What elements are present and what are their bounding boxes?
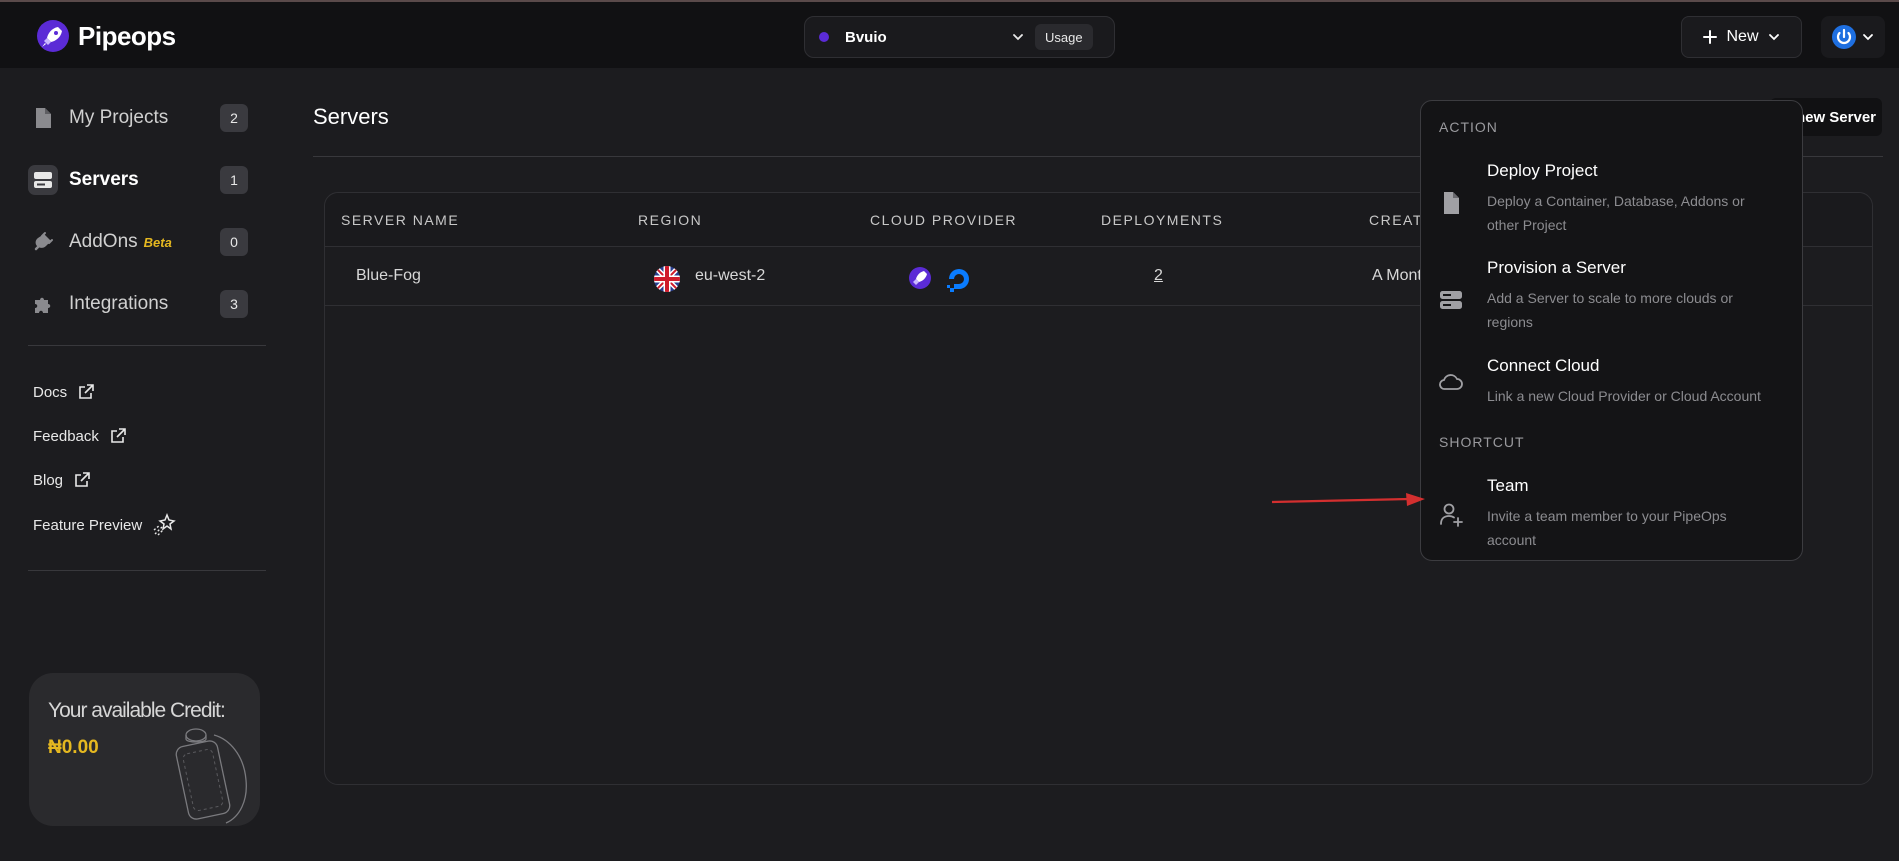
menu-section-action: ACTION (1439, 119, 1498, 135)
sidebar-divider (28, 570, 266, 571)
rocket-logo-icon (37, 20, 69, 52)
page-title: Servers (313, 104, 389, 129)
link-label: Feature Preview (33, 516, 143, 534)
column-header-cloud-provider: CLOUD PROVIDER (870, 212, 1018, 228)
file-icon (28, 103, 58, 133)
sidebar-item-label: Integrations (69, 293, 169, 314)
plug-icon (28, 227, 58, 257)
link-label: Blog (33, 471, 64, 489)
sidebar-item-servers[interactable]: Servers 1 (28, 162, 248, 198)
chevron-down-icon[interactable] (1011, 30, 1025, 44)
plus-icon (1703, 30, 1718, 44)
menu-item-title: Deploy Project (1487, 161, 1598, 180)
avatar (1832, 25, 1856, 49)
count-badge: 0 (220, 228, 248, 256)
chevron-down-icon (1768, 34, 1779, 41)
cloud-icon (1439, 374, 1463, 390)
deployments-count-link[interactable]: 2 (1154, 267, 1163, 285)
menu-item-deploy-project[interactable]: Deploy Project Deploy a Container, Datab… (1421, 161, 1802, 237)
external-link-icon (111, 428, 126, 443)
sidebar-item-integrations[interactable]: Integrations 3 (28, 286, 248, 322)
external-link-icon (75, 472, 90, 487)
new-button-label: New (1726, 28, 1759, 45)
count-badge: 1 (220, 166, 248, 194)
count-badge: 3 (220, 290, 248, 318)
sidebar-item-addons[interactable]: AddOns Beta 0 (28, 224, 248, 260)
sidebar: My Projects 2 Servers 1 AddOns Beta 0 In… (0, 68, 290, 861)
uk-flag-icon (654, 266, 680, 292)
server-icon (1440, 291, 1462, 309)
sidebar-link-feedback[interactable]: Feedback (33, 423, 127, 449)
sparkle-icon (153, 513, 177, 536)
sidebar-link-docs[interactable]: Docs (33, 379, 95, 405)
menu-item-provision-server[interactable]: Provision a Server Add a Server to scale… (1421, 258, 1802, 334)
external-link-icon (79, 384, 94, 399)
logo-text: Pipeops (78, 20, 176, 51)
logo[interactable]: Pipeops (36, 18, 176, 54)
credit-value: ₦0.00 (48, 737, 99, 758)
wallet-illustration-icon (175, 728, 247, 824)
sidebar-link-blog[interactable]: Blog (33, 467, 91, 493)
sidebar-link-feature-preview[interactable]: Feature Preview (33, 512, 177, 538)
menu-item-title: Provision a Server (1487, 258, 1626, 277)
sidebar-item-my-projects[interactable]: My Projects 2 (28, 100, 248, 136)
server-created: A Mont (1372, 267, 1422, 284)
usage-button[interactable]: Usage (1035, 24, 1093, 50)
workspace-switcher[interactable]: Bvuio Usage (804, 16, 1115, 58)
user-plus-icon (1440, 503, 1463, 527)
credit-card: Your available Credit: ₦0.00 (29, 673, 260, 826)
workspace-dot-icon (819, 32, 829, 42)
sidebar-item-label: Servers (69, 169, 139, 190)
new-button[interactable]: New (1681, 16, 1802, 58)
column-header-server-name: SERVER NAME (341, 212, 460, 228)
pipeops-provider-icon (909, 267, 931, 289)
puzzle-icon (28, 289, 58, 319)
menu-item-description: Deploy a Container, Database, Addons or … (1487, 193, 1745, 233)
workspace-name: Bvuio (845, 28, 887, 46)
red-arrow-annotation-icon (1271, 493, 1425, 506)
menu-item-description: Invite a team member to your PipeOps acc… (1487, 508, 1727, 548)
server-region: eu-west-2 (695, 267, 766, 284)
file-icon (1444, 192, 1459, 214)
menu-section-shortcut: SHORTCUT (1439, 434, 1525, 450)
new-dropdown-menu: ACTION Deploy Project Deploy a Container… (1420, 100, 1803, 561)
menu-item-title: Team (1487, 476, 1529, 495)
server-icon (28, 165, 58, 195)
count-badge: 2 (220, 104, 248, 132)
menu-item-title: Connect Cloud (1487, 356, 1600, 375)
add-server-label: new Server (1795, 108, 1876, 126)
column-header-deployments: DEPLOYMENTS (1101, 212, 1224, 228)
menu-item-description: Link a new Cloud Provider or Cloud Accou… (1487, 388, 1761, 404)
menu-item-connect-cloud[interactable]: Connect Cloud Link a new Cloud Provider … (1421, 356, 1802, 412)
chevron-down-icon (1863, 34, 1873, 41)
top-header: Pipeops Bvuio Usage New (0, 2, 1899, 68)
credit-title: Your available Credit: (48, 699, 226, 722)
column-header-region: REGION (638, 212, 703, 228)
server-name[interactable]: Blue-Fog (356, 267, 421, 285)
link-label: Docs (33, 383, 68, 401)
digitalocean-provider-icon (947, 269, 969, 292)
sidebar-item-label: My Projects (69, 107, 169, 128)
beta-badge: Beta (143, 234, 172, 250)
sidebar-item-label: AddOns (69, 231, 138, 252)
link-label: Feedback (33, 427, 99, 445)
account-menu-button[interactable] (1821, 16, 1885, 58)
sidebar-divider (28, 345, 266, 346)
menu-item-team[interactable]: Team Invite a team member to your PipeOp… (1421, 476, 1802, 552)
menu-item-description: Add a Server to scale to more clouds or … (1487, 290, 1733, 330)
